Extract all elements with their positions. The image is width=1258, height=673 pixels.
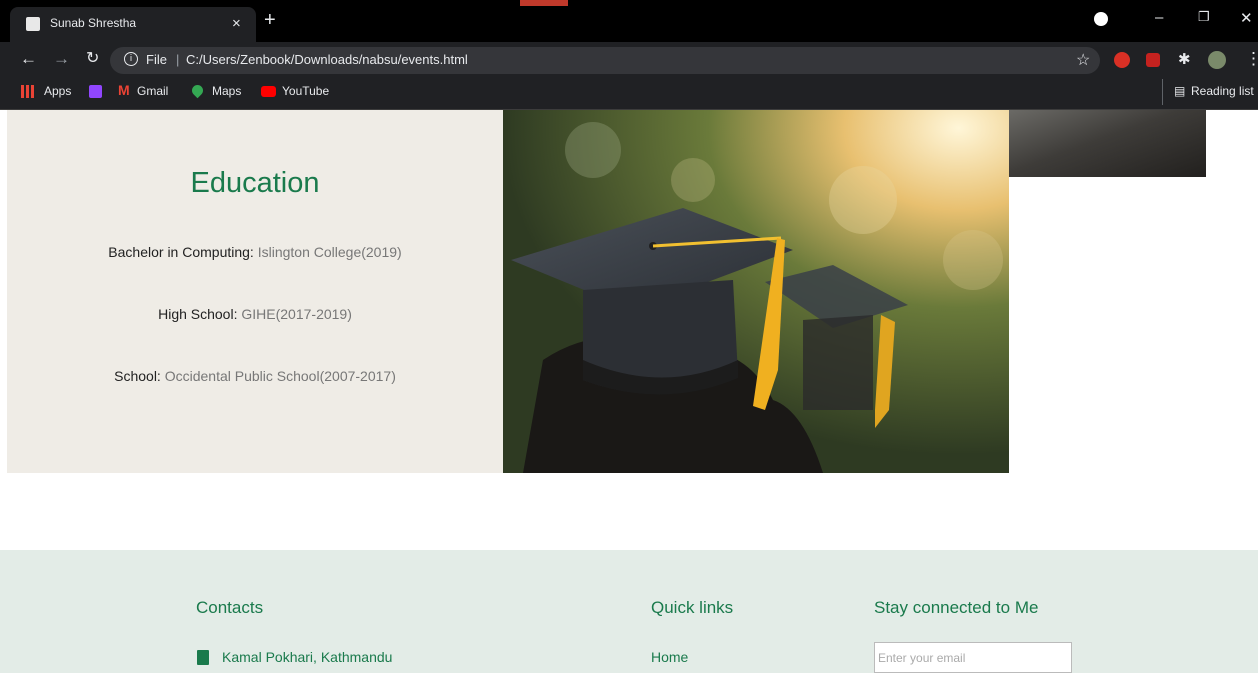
back-arrow-icon[interactable]: ←: [20, 49, 37, 69]
maps-pin-icon: [189, 82, 206, 99]
entry-label: High School:: [158, 306, 238, 322]
cropped-photo-strip: [1009, 110, 1206, 177]
bookmarks-bar: Apps M Gmail Maps YouTube ▤ Reading list: [0, 78, 1258, 110]
education-entry: Bachelor in Computing: Islington College…: [7, 244, 503, 260]
bookmark-gmail[interactable]: Gmail: [137, 84, 168, 98]
page-favicon-icon: [26, 17, 40, 31]
building-icon: [197, 650, 209, 665]
twitch-icon[interactable]: [89, 85, 102, 98]
education-panel: Education Bachelor in Computing: Islingt…: [7, 110, 503, 473]
new-tab-button[interactable]: +: [264, 10, 276, 30]
bookmarks-divider: [1162, 79, 1163, 105]
entry-value: Occidental Public School(2007-2017): [164, 368, 396, 384]
bookmark-apps[interactable]: Apps: [44, 84, 71, 98]
bookmark-youtube[interactable]: YouTube: [282, 84, 329, 98]
contact-address: Kamal Pokhari, Kathmandu: [222, 649, 393, 665]
footer: Contacts Kamal Pokhari, Kathmandu Quick …: [0, 550, 1258, 673]
graduation-photo-illustration: [503, 110, 1009, 473]
info-icon[interactable]: i: [124, 52, 138, 66]
address-bar[interactable]: i File | C:/Users/Zenbook/Downloads/nabs…: [110, 47, 1100, 74]
menu-dots-icon[interactable]: ⋮: [1245, 49, 1258, 69]
graduation-cap-photo: [503, 110, 1009, 473]
browser-tab[interactable]: Sunab Shrestha ×: [10, 7, 256, 42]
entry-value: Islington College(2019): [257, 244, 402, 260]
youtube-icon: [261, 86, 276, 97]
url-text[interactable]: C:/Users/Zenbook/Downloads/nabsu/events.…: [186, 52, 468, 67]
browser-toolbar: ← → ↻ i File | C:/Users/Zenbook/Download…: [0, 42, 1258, 78]
extension-adblock-icon[interactable]: [1114, 52, 1130, 68]
entry-label: School:: [114, 368, 161, 384]
bookmark-maps[interactable]: Maps: [212, 84, 241, 98]
stay-connected-heading: Stay connected to Me: [874, 598, 1039, 617]
extension-video-icon[interactable]: [1146, 53, 1160, 67]
reading-list-icon: ▤: [1174, 84, 1186, 98]
home-link[interactable]: Home: [651, 649, 688, 665]
browser-tab-bar: Sunab Shrestha × + – ❐ ✕: [0, 0, 1258, 42]
tab-search-icon[interactable]: [1094, 12, 1108, 26]
forward-arrow-icon[interactable]: →: [53, 49, 70, 69]
contacts-heading: Contacts: [196, 598, 264, 617]
education-title: Education: [190, 167, 320, 199]
profile-avatar[interactable]: [1208, 51, 1226, 69]
tab-close-icon[interactable]: ×: [232, 15, 241, 32]
url-separator: |: [176, 52, 180, 67]
close-window-icon[interactable]: ✕: [1240, 9, 1253, 27]
url-scheme: File: [146, 52, 167, 67]
email-input[interactable]: [874, 642, 1072, 673]
reload-icon[interactable]: ↻: [86, 49, 99, 69]
education-entry: School: Occidental Public School(2007-20…: [7, 368, 503, 384]
restore-icon[interactable]: ❐: [1198, 9, 1210, 25]
tab-title: Sunab Shrestha: [50, 16, 137, 30]
education-entry: High School: GIHE(2017-2019): [7, 306, 503, 322]
window-top-marker: [520, 0, 568, 6]
gmail-icon: M: [118, 82, 130, 98]
apps-grid-icon: [21, 85, 34, 98]
bookmark-star-icon[interactable]: ☆: [1076, 50, 1090, 70]
minimize-icon[interactable]: –: [1155, 9, 1163, 26]
entry-value: GIHE(2017-2019): [241, 306, 352, 322]
extensions-puzzle-icon[interactable]: ✱: [1178, 50, 1191, 70]
reading-list-button[interactable]: Reading list: [1191, 84, 1254, 98]
quick-links-heading: Quick links: [651, 598, 734, 617]
entry-label: Bachelor in Computing:: [108, 244, 254, 260]
